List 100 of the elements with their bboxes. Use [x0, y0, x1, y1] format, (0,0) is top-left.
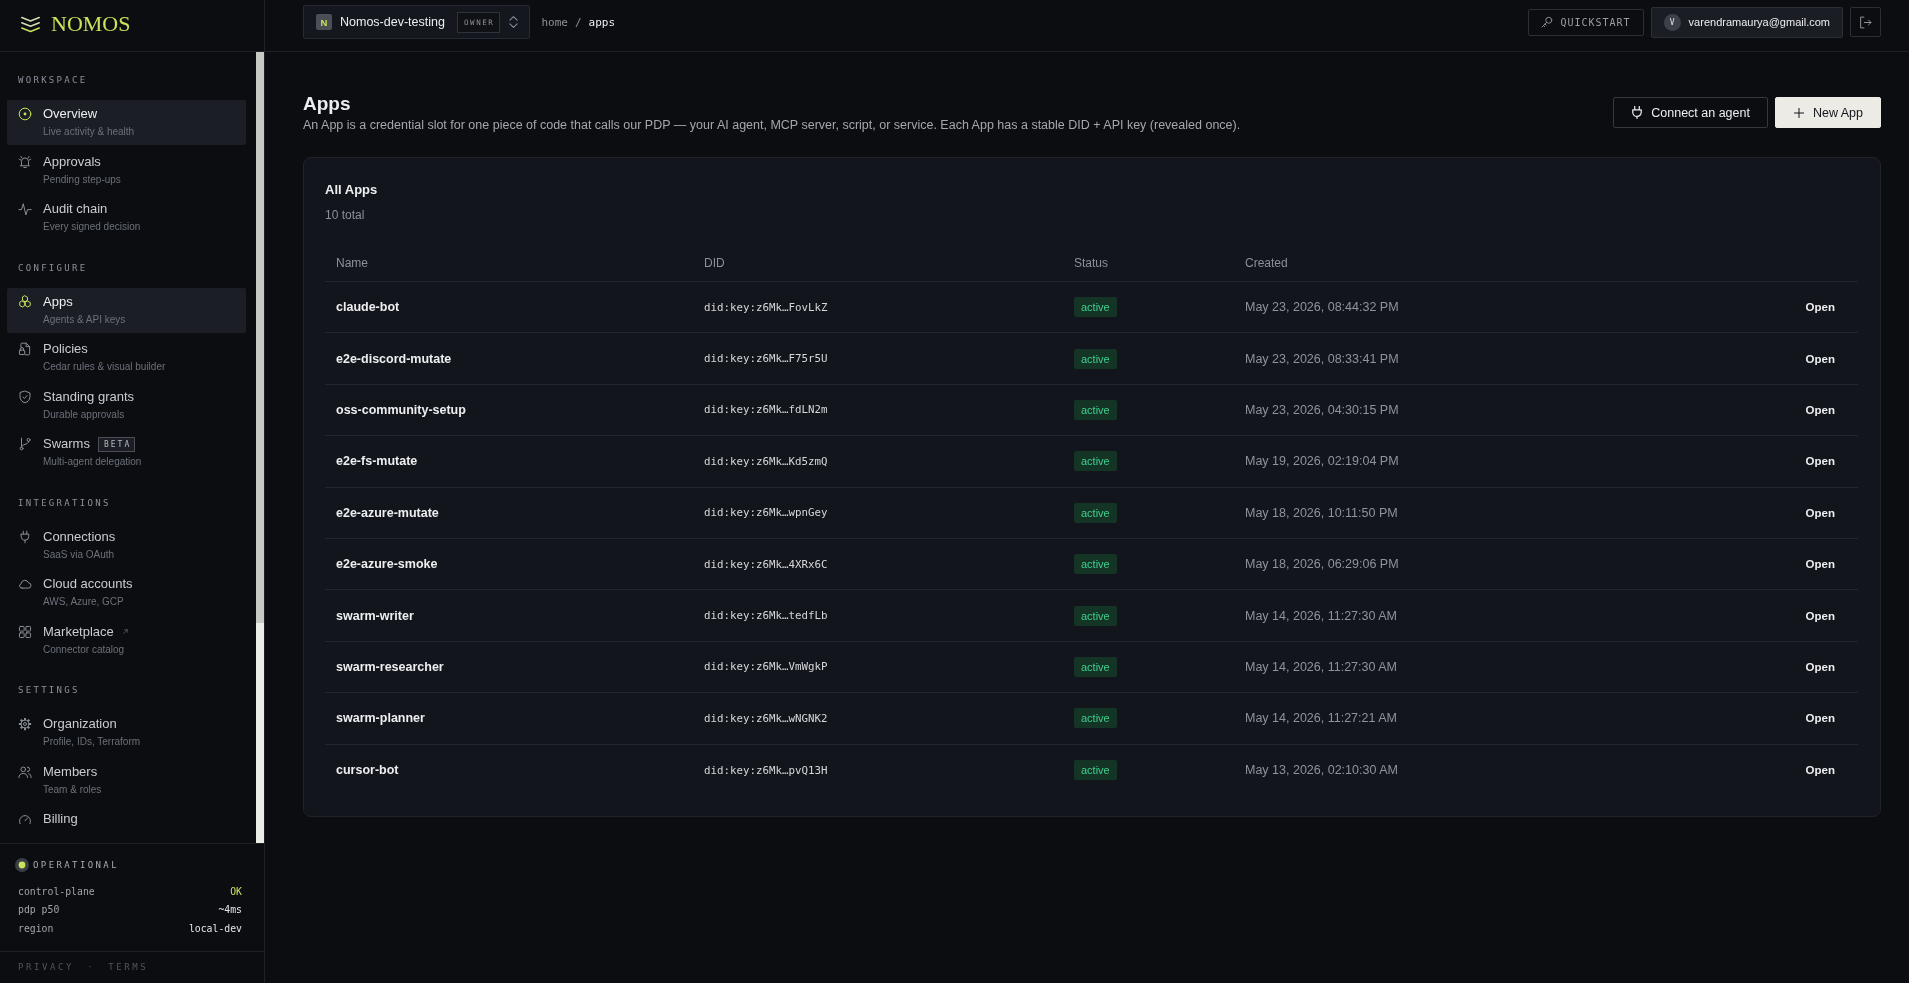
open-link[interactable]: Open: [1805, 301, 1835, 314]
open-link[interactable]: Open: [1805, 403, 1835, 416]
page-description: An App is a credential slot for one piece of code that calls our PDP — your AI agent, MCP server, script, or service. Each App has a stable DID + API key (revealed once).: [303, 117, 1241, 133]
card-count: 10 total: [325, 207, 365, 223]
nav-item-caption: Cedar rules & visual builder: [43, 360, 166, 374]
created-date: May 23, 2026, 08:33:41 PM: [1245, 351, 1399, 366]
nav-item[interactable]: Policies Cedar rules & visual builder: [7, 335, 246, 380]
status-key: pdp p50: [18, 904, 60, 916]
quickstart-button[interactable]: QUICKSTART: [1528, 8, 1644, 36]
new-button[interactable]: New App: [1774, 97, 1881, 128]
created-date: May 14, 2026, 11:27:21 AM: [1245, 711, 1397, 726]
nav-item[interactable]: Marketplace Connector catalog: [7, 617, 246, 663]
scrollbar-thumb[interactable]: [256, 52, 264, 623]
gauge-icon: [18, 812, 32, 826]
created-date: May 19, 2026, 02:19:04 PM: [1245, 454, 1399, 469]
nav-item-caption: AWS, Azure, GCP: [43, 595, 124, 609]
open-link[interactable]: Open: [1805, 558, 1835, 571]
nav-item[interactable]: Audit chain Every signed decision: [7, 195, 246, 240]
breadcrumb-separator: /: [575, 15, 582, 29]
nav-item[interactable]: Connections SaaS via OAuth: [7, 522, 246, 568]
app-name: e2e-azure-mutate: [336, 505, 439, 520]
column-header: Created: [1245, 255, 1288, 270]
section-heading: SETTINGS: [18, 684, 80, 696]
open-link[interactable]: Open: [1805, 352, 1835, 365]
created-date: May 18, 2026, 06:29:06 PM: [1245, 557, 1399, 572]
app-name: e2e-discord-mutate: [336, 351, 452, 366]
status-label: OPERATIONAL: [33, 859, 119, 872]
nav-item-caption: Multi-agent delegation: [43, 455, 142, 469]
status-value: ~4ms: [218, 904, 242, 916]
user-menu-button[interactable]: V varendramaurya@gmail.com: [1650, 6, 1843, 38]
breadcrumb-link[interactable]: home: [541, 15, 568, 29]
did-text: did:key:z6Mk…VmWgkP: [704, 660, 828, 674]
section-heading: INTEGRATIONS: [18, 496, 111, 509]
bell-icon: [18, 154, 32, 169]
app-name: e2e-fs-mutate: [336, 454, 418, 469]
nav-item-caption: Durable approvals: [43, 407, 125, 422]
app-name: oss-community-setup: [336, 402, 466, 417]
nav-item[interactable]: Approvals Pending step-ups: [7, 147, 246, 193]
open-link[interactable]: Open: [1805, 660, 1835, 673]
nav-item[interactable]: Cloud accounts AWS, Azure, GCP: [7, 570, 246, 615]
status-badge: active: [1074, 554, 1117, 575]
nav-item-caption: Every signed decision: [43, 220, 141, 234]
nav-item-caption: Team & roles: [43, 782, 102, 797]
org-avatar: N: [316, 14, 332, 30]
chevron-up-down-icon: [508, 16, 520, 28]
connect-button[interactable]: Connect an agent: [1613, 97, 1768, 128]
hexagons-icon: [18, 294, 32, 309]
plug-icon: [18, 529, 32, 544]
status-dot-icon: [15, 858, 29, 872]
app-name: cursor-bot: [336, 763, 399, 778]
open-link[interactable]: Open: [1805, 609, 1835, 622]
did-text: did:key:z6Mk…4XRx6C: [704, 557, 828, 571]
nav-item[interactable]: Overview Live activity & health: [7, 100, 246, 145]
did-text: did:key:z6Mk…fdLN2m: [704, 403, 828, 417]
status-badge: active: [1074, 502, 1117, 523]
status-badge: active: [1074, 760, 1117, 781]
nav-item-caption: Live activity & health: [43, 125, 135, 139]
nav-item[interactable]: Billing: [7, 805, 246, 843]
open-link[interactable]: Open: [1805, 712, 1835, 725]
document-lock-icon: [18, 342, 32, 356]
did-text: did:key:z6Mk…F75r5U: [704, 352, 828, 366]
nav-item[interactable]: Swarms BETA Multi-agent delegation: [7, 430, 246, 475]
section-heading: CONFIGURE: [18, 261, 88, 274]
branch-icon: [18, 437, 32, 451]
breadcrumb-current: apps: [588, 15, 616, 29]
did-text: did:key:z6Mk…wpnGey: [704, 506, 828, 520]
pulse-icon: [18, 202, 32, 216]
open-link[interactable]: Open: [1805, 506, 1835, 519]
section-heading: WORKSPACE: [18, 74, 88, 86]
status-badge: active: [1074, 399, 1117, 420]
nav-item[interactable]: Standing grants Durable approvals: [7, 382, 246, 428]
status-badge: active: [1074, 605, 1117, 626]
nav-item-caption: SaaS via OAuth: [43, 547, 115, 562]
status-key: region: [18, 922, 54, 934]
nav-item[interactable]: Organization Profile, IDs, Terraform: [7, 710, 246, 755]
card-title: All Apps: [325, 181, 378, 199]
status-badge: active: [1074, 656, 1117, 677]
created-date: May 14, 2026, 11:27:30 AM: [1245, 608, 1397, 623]
column-header: Status: [1074, 255, 1109, 270]
logout-button[interactable]: [1850, 7, 1881, 37]
created-date: May 23, 2026, 08:44:32 PM: [1245, 300, 1399, 315]
nav-item[interactable]: Members Team & roles: [7, 757, 246, 803]
nav-item-caption: Pending step-ups: [43, 172, 121, 187]
gear-icon: [18, 717, 32, 731]
column-header: Name: [336, 255, 368, 270]
open-link[interactable]: Open: [1805, 455, 1835, 468]
circle-dot-icon: [18, 107, 32, 121]
logout-icon: [1859, 15, 1872, 29]
status-badge: active: [1074, 451, 1117, 472]
cloud-icon: [18, 577, 32, 591]
app-name: swarm-planner: [336, 711, 425, 726]
did-text: did:key:z6Mk…wNGNK2: [704, 711, 828, 725]
open-link[interactable]: Open: [1805, 764, 1835, 777]
nav-item[interactable]: Apps Agents & API keys: [7, 287, 246, 333]
users-icon: [18, 764, 32, 779]
grid-icon: [18, 624, 32, 639]
logo-wordmark: NOMOS: [51, 11, 131, 37]
nav-item-caption: Connector catalog: [43, 642, 125, 657]
separator: ·: [87, 962, 96, 972]
created-date: May 23, 2026, 04:30:15 PM: [1245, 402, 1399, 417]
